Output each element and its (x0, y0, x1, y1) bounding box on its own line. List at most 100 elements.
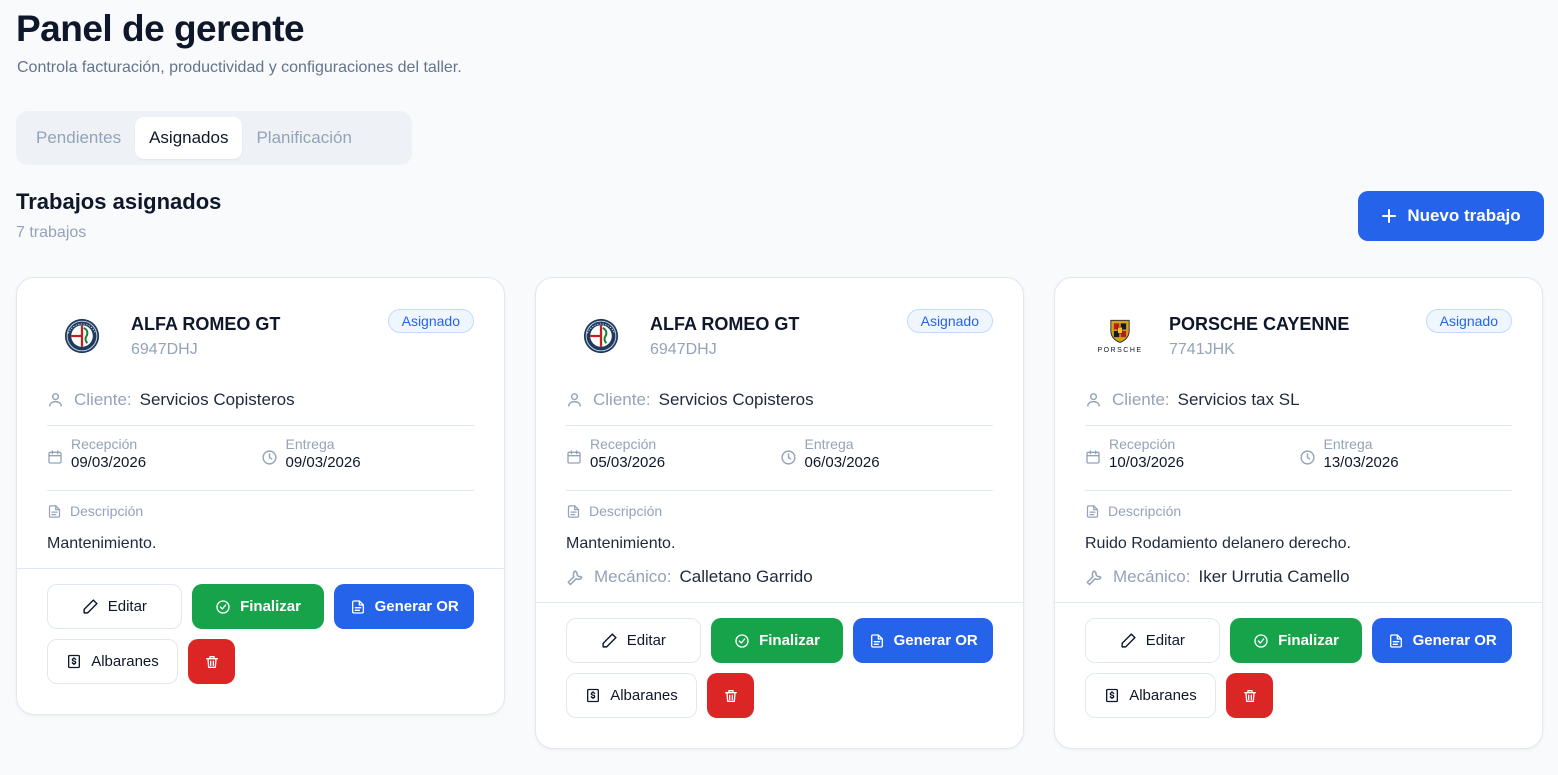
card-actions: Editar Finalizar Generar OR Albaranes (1055, 602, 1542, 748)
reception-value: 05/03/2026 (590, 454, 666, 471)
delivery-label: Entrega (1323, 436, 1373, 452)
dates-row: Recepción 10/03/2026 Entrega 13/03/2026 (1085, 426, 1512, 491)
delete-button[interactable] (188, 639, 235, 684)
delivery-date: Entrega 09/03/2026 (261, 436, 475, 490)
delivery-notes-button[interactable]: Albaranes (1085, 673, 1216, 718)
edit-button[interactable]: Editar (566, 618, 701, 663)
calendar-icon (566, 449, 582, 465)
client-label: Cliente: (593, 389, 651, 409)
edit-button[interactable]: Editar (1085, 618, 1220, 663)
card-actions: Editar Finalizar Generar OR Albaranes (536, 602, 1023, 748)
reception-text: Recepción 05/03/2026 (590, 436, 665, 471)
delivery-notes-label: Albaranes (1129, 687, 1197, 704)
tab-planificacion[interactable]: Planificación (242, 117, 365, 159)
reception-text: Recepción 09/03/2026 (71, 436, 146, 471)
actions-row: Editar Finalizar Generar OR (1085, 618, 1512, 663)
calendar-icon (1085, 449, 1101, 465)
generate-or-button[interactable]: Generar OR (1372, 618, 1512, 663)
tab-bar: Pendientes Asignados Planificación (16, 111, 412, 165)
mechanic-name: Iker Urrutia Camello (1198, 567, 1350, 586)
card-header: ALFA ROMEO GT 6947DHJ Asignado (47, 308, 474, 370)
porsche-wordmark: PORSCHE (1097, 347, 1143, 354)
finish-button[interactable]: Finalizar (191, 584, 325, 629)
actions-row: Editar Finalizar Generar OR (47, 584, 474, 629)
mechanic-label: Mecánico: (594, 567, 672, 586)
check-circle-icon (1253, 633, 1269, 649)
file-icon (47, 504, 62, 519)
edit-label: Editar (1145, 632, 1185, 649)
description-label: Descripción (70, 503, 144, 519)
delivery-value: 13/03/2026 (1323, 454, 1399, 471)
pencil-icon (601, 632, 618, 649)
delete-button[interactable] (707, 673, 754, 718)
document-icon (869, 633, 885, 649)
check-circle-icon (215, 599, 231, 615)
description-text: Mantenimiento. (47, 535, 157, 552)
client-name: Servicios Copisteros (139, 389, 295, 409)
plus-icon (1381, 208, 1397, 224)
finish-button[interactable]: Finalizar (710, 618, 844, 663)
card-header: ALFA ROMEO GT 6947DHJ Asignado (566, 308, 993, 370)
delivery-date: Entrega 06/03/2026 (780, 436, 994, 490)
client-label: Cliente: (74, 389, 132, 409)
porsche-crest-icon (1107, 318, 1133, 344)
trash-icon (723, 688, 739, 704)
job-card: ALFA ROMEO GT 6947DHJ Asignado Cliente: Serv… (16, 277, 505, 715)
client-name: Servicios tax SL (1177, 389, 1300, 409)
user-icon (47, 391, 64, 408)
delivery-text: Entrega 09/03/2026 (286, 436, 361, 471)
delivery-label: Entrega (285, 436, 335, 452)
delete-button[interactable] (1226, 673, 1273, 718)
pencil-icon (82, 598, 99, 615)
tab-asignados[interactable]: Asignados (135, 117, 243, 159)
generate-or-button[interactable]: Generar OR (853, 618, 993, 663)
tab-pendientes[interactable]: Pendientes (22, 117, 135, 159)
vehicle-name: ALFA ROMEO GT (131, 314, 281, 334)
actions-row: Albaranes (1085, 673, 1512, 718)
vehicle-name: PORSCHE CAYENNE (1169, 314, 1350, 334)
edit-label: Editar (626, 632, 666, 649)
finish-label: Finalizar (759, 632, 820, 649)
clock-icon (261, 449, 278, 466)
new-job-button[interactable]: Nuevo trabajo (1358, 191, 1544, 241)
delivery-notes-button[interactable]: Albaranes (566, 673, 697, 718)
new-job-label: Nuevo trabajo (1407, 206, 1521, 225)
delivery-date: Entrega 13/03/2026 (1299, 436, 1513, 490)
document-icon (350, 599, 366, 615)
mechanic-row: Mecánico: Calletano Garrido (566, 567, 993, 587)
wrench-icon (566, 568, 584, 586)
client-label: Cliente: (1112, 389, 1170, 409)
delivery-text: Entrega 06/03/2026 (805, 436, 880, 471)
client-row: Cliente: Servicios Copisteros (566, 382, 993, 426)
finish-label: Finalizar (1278, 632, 1339, 649)
edit-button[interactable]: Editar (47, 584, 182, 629)
description-label-row: Descripción (1085, 503, 1512, 519)
finish-button[interactable]: Finalizar (1229, 618, 1363, 663)
generate-or-button[interactable]: Generar OR (334, 584, 474, 629)
generate-or-label: Generar OR (1412, 632, 1497, 649)
reception-date: Recepción 10/03/2026 (1085, 436, 1299, 490)
section-title: Trabajos asignados (16, 189, 222, 214)
status-badge: Asignado (1425, 309, 1512, 333)
job-count: 7 trabajos (16, 224, 87, 241)
card-body: ALFA ROMEO GT 6947DHJ Asignado Cliente: Serv… (17, 278, 504, 553)
delivery-notes-label: Albaranes (91, 653, 159, 670)
dates-row: Recepción 05/03/2026 Entrega 06/03/2026 (566, 426, 993, 491)
delivery-notes-button[interactable]: Albaranes (47, 639, 178, 684)
job-card: ALFA ROMEO GT 6947DHJ Asignado Cliente: Serv… (535, 277, 1024, 749)
dates-row: Recepción 09/03/2026 Entrega 09/03/2026 (47, 426, 474, 491)
description-label-row: Descripción (566, 503, 993, 519)
actions-row: Albaranes (566, 673, 993, 718)
delivery-value: 06/03/2026 (804, 454, 880, 471)
user-icon (1085, 391, 1102, 408)
license-plate: 7741JHK (1169, 341, 1235, 358)
mechanic-row: Mecánico: Iker Urrutia Camello (1085, 567, 1512, 587)
reception-label: Recepción (590, 436, 657, 452)
file-icon (566, 504, 581, 519)
license-plate: 6947DHJ (650, 341, 717, 358)
status-badge: Asignado (387, 309, 474, 333)
brand-logo (47, 312, 117, 360)
reception-value: 10/03/2026 (1109, 454, 1185, 471)
trash-icon (1242, 688, 1258, 704)
card-body: PORSCHE PORSCHE CAYENNE 7741JHK Asignado Cli… (1055, 278, 1542, 587)
